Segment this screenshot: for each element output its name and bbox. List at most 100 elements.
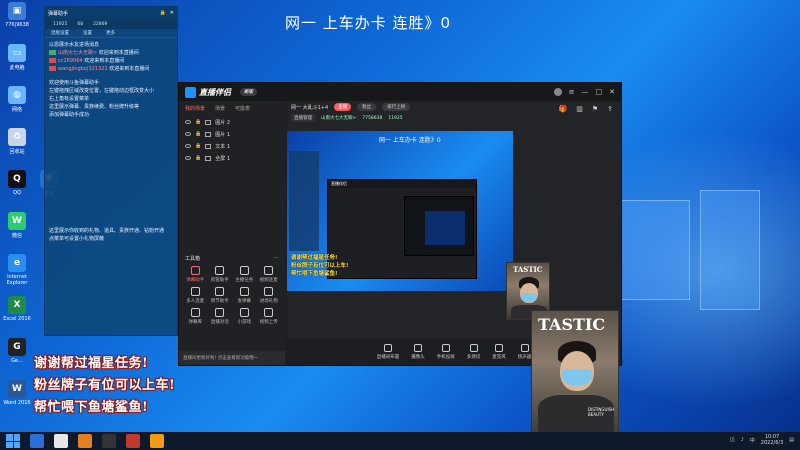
tab-mix[interactable]: 混框设置 [51, 30, 69, 36]
fans-pill[interactable]: 粉丝 [357, 103, 377, 111]
chat-username[interactable]: cc289064 [58, 58, 83, 64]
stream-preview[interactable]: 网一 上车办卡 连胜》0 直播伴侣 谢谢帮过福星任务! 粉丝牌子有位可以上车! … [287, 131, 513, 291]
source-item[interactable]: 🔒 图片 2 [179, 116, 285, 128]
app-titlebar[interactable]: 直播伴侣 新版 ≡ — □ ✕ [179, 83, 621, 101]
lock-icon[interactable]: 🔒 [195, 155, 201, 161]
control-label: 直播间布置 [376, 355, 400, 360]
clock[interactable]: 10:07 2022/6/3 [761, 434, 783, 446]
desktop-icon[interactable]: X Excel 2016 [0, 296, 34, 322]
desktop-icon[interactable]: ▭ 此电脑 [0, 44, 34, 71]
taskbar-app-browser[interactable] [30, 434, 44, 448]
eye-icon[interactable] [185, 156, 191, 160]
bottom-control-button[interactable]: 直播间布置 [376, 344, 400, 360]
bottom-control-button[interactable]: 麦克风 [492, 344, 506, 360]
desktop-icon[interactable]: W Word 2016 [0, 380, 34, 406]
bottom-control-button[interactable]: 摄像头 [411, 344, 425, 360]
tab-tables[interactable]: 可能表 [235, 105, 250, 112]
share-icon[interactable]: ⇪ [607, 105, 613, 113]
tab-more[interactable]: 更多 [106, 30, 115, 36]
danmaku-title: 弹幕助手 [48, 10, 69, 17]
tool-item[interactable]: 小游戏 [232, 308, 257, 325]
bottom-control-button[interactable]: 手机投屏 [437, 344, 455, 360]
tab-settings[interactable]: 设置 [83, 30, 92, 36]
eye-icon[interactable] [185, 132, 191, 136]
tool-item[interactable]: 弹幕助手 [183, 266, 208, 283]
source-item[interactable]: 🔒 文本 1 [179, 140, 285, 152]
update-notice[interactable]: 直播间更新好啦! 点击查看新功能哦~ [179, 351, 285, 365]
tool-item[interactable]: 视频上传 [257, 308, 282, 325]
desktop-icon[interactable]: Q QQ [0, 170, 34, 196]
stream-title[interactable]: 网一 大乱斗1+4 [291, 104, 328, 111]
live-pill[interactable]: 直播 [334, 103, 352, 111]
lock-icon[interactable]: 🔒 [195, 143, 201, 149]
tool-item[interactable]: 弹幕库 [183, 308, 208, 325]
start-button[interactable] [6, 434, 20, 448]
tool-item[interactable]: 进场礼物 [257, 287, 282, 304]
desktop-icon[interactable]: ♻ 回收站 [0, 128, 34, 155]
desktop-icon[interactable]: ◍ 网络 [0, 86, 34, 113]
windows-logo-pane [700, 190, 760, 310]
gift-icon[interactable]: 🎁 [559, 105, 568, 113]
source-item[interactable]: 🔒 图片 1 [179, 128, 285, 140]
flag-icon[interactable]: ⚑ [592, 105, 598, 113]
chat-username[interactable]: wangjingbo|321321 [58, 66, 108, 72]
menu-icon[interactable]: ≡ [569, 88, 575, 96]
source-label: 全屏 1 [215, 155, 231, 162]
taskbar-app-live[interactable] [126, 434, 140, 448]
desktop-icon[interactable]: ▣ 776|9638 [0, 2, 34, 28]
desktop-app-icon: G [8, 338, 26, 356]
maximize-icon[interactable]: □ [596, 88, 603, 96]
taskbar-app-douyu[interactable] [78, 434, 92, 448]
taskbar-app-other[interactable] [150, 434, 164, 448]
bottom-control-button[interactable]: 扬声器 [518, 344, 531, 360]
taskbar-app-explorer[interactable] [54, 434, 68, 448]
tool-item[interactable]: 多人连麦 [183, 287, 208, 304]
eye-icon[interactable] [185, 144, 191, 148]
desktop-icon-label: Internet Explorer [6, 274, 28, 286]
toolbox-title: 工具箱 [185, 256, 201, 262]
stat-viewers: 11925 [53, 21, 68, 27]
more-icon[interactable]: ⋯ [274, 255, 279, 262]
eye-icon[interactable] [185, 120, 191, 124]
avatar[interactable] [553, 88, 562, 96]
tool-item[interactable]: 房管助手 [208, 266, 233, 283]
close-icon[interactable]: ✕ [170, 10, 174, 16]
ime-icon[interactable]: 中 [750, 437, 755, 444]
tool-item[interactable]: 情节助手 [208, 287, 233, 304]
tool-item[interactable]: 视频连麦 [257, 266, 282, 283]
preview-title: 网一 上车办卡 连胜》0 [379, 137, 441, 144]
tool-item[interactable]: 主播任务 [232, 266, 257, 283]
desktop-icon-label: Ge... [11, 358, 23, 364]
desktop-icon[interactable]: G Ge... [0, 338, 34, 364]
minimize-icon[interactable]: — [582, 88, 589, 96]
tab-my-scenes[interactable]: 我的场景 [185, 105, 205, 112]
danmaku-assistant-window[interactable]: 弹幕助手 🔒 ✕ 11925 68 22869 混框设置 设置 更多 以恩展示水… [44, 6, 178, 336]
source-item[interactable]: 🔒 全屏 1 [179, 152, 285, 164]
taskbar-app-g[interactable] [102, 434, 116, 448]
desktop-icon[interactable]: e Internet Explorer [0, 254, 34, 286]
tool-item[interactable]: 直播对话 [208, 308, 233, 325]
close-icon[interactable]: ✕ [609, 88, 615, 96]
notification-icon[interactable]: ▤ [789, 437, 794, 443]
version-badge[interactable]: 新版 [240, 88, 257, 96]
tool-label: 视频连麦 [259, 278, 278, 283]
bottom-control-button[interactable]: 多源切 [467, 344, 480, 360]
windows-logo-pane [620, 200, 690, 300]
desktop-icon[interactable]: W 微信 [0, 212, 34, 239]
desktop-app-icon: X [8, 296, 26, 314]
lock-icon[interactable]: 🔒 [160, 10, 166, 16]
desktop-icon-label: 微信 [11, 233, 22, 239]
danmaku-titlebar[interactable]: 弹幕助手 🔒 ✕ [45, 7, 177, 19]
chat-message: cc289064 欢迎来到本直播间 [45, 57, 177, 65]
lock-icon[interactable]: 🔒 [195, 131, 201, 137]
rank-pill[interactable]: 排行上榜 [382, 103, 411, 111]
tab-scenes[interactable]: 场景 [215, 105, 225, 112]
lock-icon[interactable]: 🔒 [195, 119, 201, 125]
stream-manage-tag[interactable]: 直播管理 [291, 114, 315, 122]
chart-icon[interactable]: ▥ [576, 105, 583, 113]
volume-icon[interactable]: ♪ [741, 437, 744, 443]
chat-username[interactable]: 山南大七大无聊> [58, 50, 97, 56]
tool-item[interactable]: 发弹幕 [232, 287, 257, 304]
network-icon[interactable]: ◫ [730, 437, 735, 443]
chat-help-line: 添加弹幕助手成功 [49, 112, 90, 118]
